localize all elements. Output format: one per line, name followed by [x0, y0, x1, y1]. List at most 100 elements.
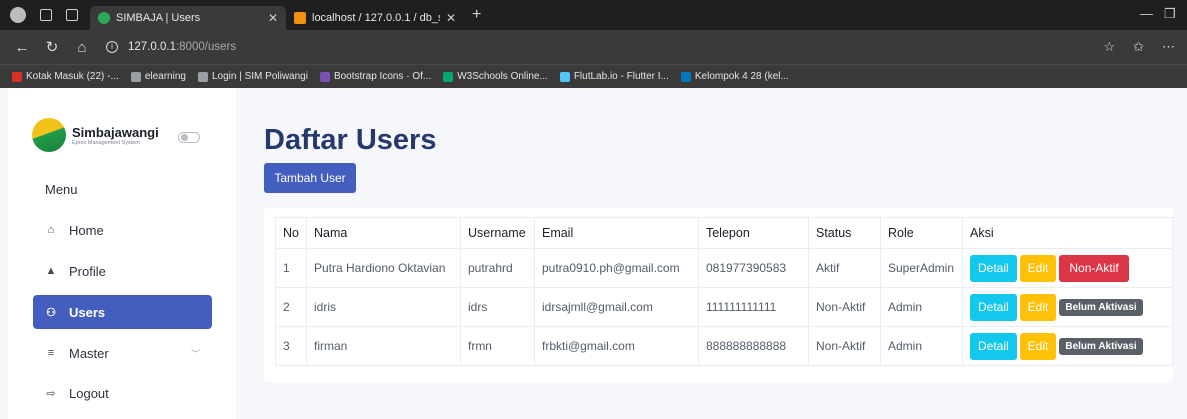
browser-tab-users[interactable]: SIMBAJA | Users ✕	[90, 6, 286, 30]
bookmark-item[interactable]: FlutLab.io - Flutter I...	[559, 71, 669, 82]
bookmark-item[interactable]: Login | SIM Poliwangi	[197, 71, 308, 82]
refresh-icon[interactable]: ↻	[44, 38, 60, 56]
cell-role: SuperAdmin	[879, 248, 963, 288]
cell-telepon: 888888888888	[697, 326, 809, 366]
phpmyadmin-favicon-icon	[294, 12, 306, 24]
edit-button[interactable]: Edit	[1019, 254, 1057, 282]
column-header: Aksi	[961, 217, 1173, 249]
bookmark-label: FlutLab.io - Flutter I...	[573, 71, 669, 82]
column-header: Email	[533, 217, 699, 249]
sidebar-item-label: Logout	[69, 385, 109, 401]
table-header-row: No Nama Username Email Telepon Status Role Aksi	[275, 217, 1173, 249]
sidebar-item-label: Master	[69, 345, 109, 361]
restore-icon[interactable]: ❐	[1164, 6, 1176, 22]
bookmark-label: Kotak Masuk (22) -...	[26, 71, 119, 82]
bookmark-favicon-icon	[443, 71, 454, 82]
users-table-card: No Nama Username Email Telepon Status Role Aksi…	[264, 208, 1173, 382]
column-header: Role	[879, 217, 963, 249]
activation-status-badge: Belum Aktivasi	[1059, 337, 1143, 355]
cell-aksi: Detail Edit Belum Aktivasi	[961, 326, 1173, 366]
users-table: No Nama Username Email Telepon Status Role Aksi…	[275, 217, 1173, 366]
home-icon: ⌂	[47, 224, 55, 236]
edit-button[interactable]: Edit	[1019, 332, 1057, 360]
browser-tab-bar: SIMBAJA | Users ✕ localhost / 127.0.0.1 …	[0, 0, 1187, 30]
cell-username: idrs	[459, 287, 535, 327]
sidebar-item-master[interactable]: ≡ Master ﹀	[33, 336, 212, 370]
bookmark-label: Bootstrap Icons · Of...	[333, 71, 432, 82]
table-row: 3 firman frmn frbkti@gmail.com 888888888888 N…	[275, 326, 1173, 366]
cell-status: Non-Aktif	[807, 287, 881, 327]
bookmark-favicon-icon	[680, 71, 691, 82]
cell-no: 2	[275, 287, 307, 327]
browser-tab-phpmyadmin[interactable]: localhost / 127.0.0.1 / db_simbaja ✕	[286, 6, 464, 30]
sidebar-item-logout[interactable]: ⇨ Logout	[33, 376, 212, 410]
deactivate-button[interactable]: Non-Aktif	[1059, 254, 1129, 282]
cell-telepon: 111111111111	[697, 287, 809, 327]
activation-status-badge: Belum Aktivasi	[1059, 298, 1143, 316]
person-icon: ▲	[45, 265, 57, 277]
stack-icon: ≡	[47, 347, 55, 359]
bookmark-item[interactable]: Bootstrap Icons · Of...	[319, 71, 432, 82]
cell-aksi: Detail Edit Non-Aktif	[961, 248, 1173, 288]
bookmarks-bar: Kotak Masuk (22) -... elearning Login | SI…	[0, 64, 1187, 88]
page-title: Daftar Users	[264, 124, 437, 156]
new-tab-button[interactable]: +	[472, 6, 481, 24]
menu-title: Menu	[45, 182, 78, 197]
sidebar-item-label: Users	[69, 304, 106, 320]
site-info-icon[interactable]: i	[106, 41, 118, 53]
url-path: :8000/users	[175, 41, 237, 53]
profile-avatar[interactable]	[10, 7, 26, 23]
brand[interactable]: Simbajawangi Eproc Management System	[32, 118, 159, 152]
tab-title: localhost / 127.0.0.1 / db_simbaja	[312, 12, 440, 24]
bookmark-item[interactable]: W3Schools Online...	[443, 71, 548, 82]
sidebar-item-label: Home	[69, 222, 104, 238]
url-field[interactable]: i 127.0.0.1:8000/users	[106, 41, 236, 53]
sidebar-item-home[interactable]: ⌂ Home	[33, 213, 212, 247]
column-header: Username	[459, 217, 535, 249]
bookmark-favicon-icon	[559, 71, 570, 82]
cell-role: Admin	[879, 326, 963, 366]
bookmark-favicon-icon	[130, 71, 141, 82]
favorite-star-icon[interactable]: ☆	[1103, 39, 1115, 55]
brand-logo-icon	[32, 118, 66, 152]
back-icon[interactable]: ←	[14, 39, 30, 56]
favorites-icon[interactable]: ✩	[1133, 39, 1144, 55]
brand-subtitle: Eproc Management System	[72, 139, 140, 146]
edit-button[interactable]: Edit	[1019, 293, 1057, 321]
cell-aksi: Detail Edit Belum Aktivasi	[961, 287, 1173, 327]
column-header: Status	[807, 217, 881, 249]
add-user-button[interactable]: Tambah User	[264, 163, 356, 193]
workspaces-icon[interactable]	[40, 9, 52, 21]
address-bar-row: ← ↻ ⌂ i 127.0.0.1:8000/users ☆ ✩ ⋯	[0, 30, 1187, 64]
cell-nama: idris	[305, 287, 461, 327]
column-header: No	[275, 217, 307, 249]
brand-name: Simbajawangi	[72, 124, 159, 140]
bookmark-favicon-icon	[197, 71, 208, 82]
cell-status: Aktif	[807, 248, 881, 288]
bookmark-favicon-icon	[12, 71, 22, 82]
sidebar-item-label: Profile	[69, 263, 106, 279]
chevron-down-icon[interactable]: ﹀	[191, 347, 200, 360]
bookmark-item[interactable]: Kotak Masuk (22) -...	[12, 71, 119, 82]
cell-status: Non-Aktif	[807, 326, 881, 366]
sidebar-item-users[interactable]: ⚇ Users	[33, 295, 212, 329]
theme-toggle[interactable]	[178, 132, 200, 143]
close-tab-icon[interactable]: ✕	[446, 11, 456, 25]
minimize-icon[interactable]: —	[1140, 6, 1153, 21]
cell-email: idrsajmll@gmail.com	[533, 287, 699, 327]
detail-button[interactable]: Detail	[969, 254, 1017, 282]
url-host: 127.0.0.1	[128, 41, 176, 53]
detail-button[interactable]: Detail	[969, 332, 1017, 360]
tab-actions-icon[interactable]	[66, 9, 78, 21]
column-header: Telepon	[697, 217, 809, 249]
sidebar-item-profile[interactable]: ▲ Profile	[33, 254, 212, 288]
bookmark-item[interactable]: elearning	[130, 71, 186, 82]
toggle-knob-icon	[181, 134, 188, 141]
table-row: 1 Putra Hardiono Oktavian putrahrd putra091…	[275, 248, 1173, 288]
home-icon[interactable]: ⌂	[74, 39, 90, 56]
bookmark-item[interactable]: Kelompok 4 28 (kel...	[680, 71, 789, 82]
detail-button[interactable]: Detail	[969, 293, 1017, 321]
cell-nama: Putra Hardiono Oktavian	[305, 248, 461, 288]
more-menu-icon[interactable]: ⋯	[1162, 39, 1175, 55]
close-tab-icon[interactable]: ✕	[268, 11, 278, 25]
